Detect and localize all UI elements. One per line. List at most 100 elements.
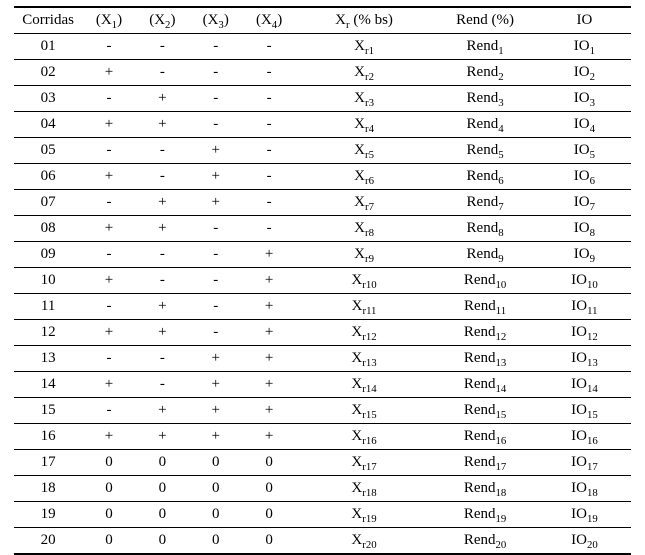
table-cell: Rend15	[432, 398, 538, 424]
table-cell: Rend6	[432, 164, 538, 190]
table-cell: Rend2	[432, 60, 538, 86]
table-cell: -	[136, 34, 189, 60]
table-cell: -	[82, 294, 135, 320]
table-cell: +	[189, 190, 242, 216]
table-cell: +	[136, 424, 189, 450]
table-cell: 0	[82, 450, 135, 476]
table-cell: IO16	[538, 424, 631, 450]
table-cell: +	[82, 60, 135, 86]
table-cell: Xr20	[296, 528, 433, 555]
table-cell: -	[136, 138, 189, 164]
table-cell: 16	[14, 424, 82, 450]
table-cell: -	[136, 268, 189, 294]
table-cell: IO3	[538, 86, 631, 112]
table-cell: +	[242, 268, 295, 294]
table-cell: Rend13	[432, 346, 538, 372]
table-row: 15-+++Xr15Rend15IO15	[14, 398, 631, 424]
table-cell: 15	[14, 398, 82, 424]
col-rend: Rend (%)	[432, 7, 538, 34]
table-cell: Xr14	[296, 372, 433, 398]
table-cell: -	[82, 346, 135, 372]
table-row: 01----Xr1Rend1IO1	[14, 34, 631, 60]
table-cell: Rend20	[432, 528, 538, 555]
table-cell: Rend10	[432, 268, 538, 294]
table-cell: 07	[14, 190, 82, 216]
table-cell: -	[242, 164, 295, 190]
table-cell: -	[189, 112, 242, 138]
table-cell: +	[189, 372, 242, 398]
col-corridas: Corridas	[14, 7, 82, 34]
table-cell: IO15	[538, 398, 631, 424]
table-cell: +	[82, 424, 135, 450]
table-cell: 14	[14, 372, 82, 398]
table-cell: 0	[242, 502, 295, 528]
table-cell: Xr1	[296, 34, 433, 60]
table-row: 16++++Xr16Rend16IO16	[14, 424, 631, 450]
table-row: 09---+Xr9Rend9IO9	[14, 242, 631, 268]
table-cell: Rend11	[432, 294, 538, 320]
header-row: Corridas (X1) (X2) (X3) (X4) Xr (% bs) R…	[14, 7, 631, 34]
table-head: Corridas (X1) (X2) (X3) (X4) Xr (% bs) R…	[14, 7, 631, 34]
table-cell: -	[242, 112, 295, 138]
table-cell: -	[136, 60, 189, 86]
table-cell: IO13	[538, 346, 631, 372]
col-x2: (X2)	[136, 7, 189, 34]
table-cell: -	[189, 60, 242, 86]
table-cell: Rend1	[432, 34, 538, 60]
table-cell: 18	[14, 476, 82, 502]
table-cell: 0	[189, 528, 242, 555]
table-cell: +	[136, 86, 189, 112]
table-cell: Xr17	[296, 450, 433, 476]
table-cell: 0	[242, 528, 295, 555]
table-cell: -	[82, 398, 135, 424]
table-cell: IO10	[538, 268, 631, 294]
table-cell: Rend4	[432, 112, 538, 138]
table-cell: 0	[136, 476, 189, 502]
table-cell: 08	[14, 216, 82, 242]
table-cell: 03	[14, 86, 82, 112]
table-cell: Rend8	[432, 216, 538, 242]
table-cell: Rend12	[432, 320, 538, 346]
table-cell: -	[242, 216, 295, 242]
table-cell: Xr10	[296, 268, 433, 294]
table-cell: Xr12	[296, 320, 433, 346]
table-cell: 0	[136, 450, 189, 476]
table-cell: -	[242, 86, 295, 112]
table-cell: IO7	[538, 190, 631, 216]
table-cell: Xr15	[296, 398, 433, 424]
table-cell: -	[242, 138, 295, 164]
table-cell: -	[189, 320, 242, 346]
table-row: 06+-+-Xr6Rend6IO6	[14, 164, 631, 190]
table-row: 04++--Xr4Rend4IO4	[14, 112, 631, 138]
table-cell: 17	[14, 450, 82, 476]
col-x3: (X3)	[189, 7, 242, 34]
table-cell: 0	[82, 476, 135, 502]
table-cell: -	[242, 60, 295, 86]
table-cell: 12	[14, 320, 82, 346]
table-cell: Rend14	[432, 372, 538, 398]
table-cell: 20	[14, 528, 82, 555]
table-cell: +	[242, 320, 295, 346]
table-cell: 11	[14, 294, 82, 320]
table-cell: 05	[14, 138, 82, 164]
table-cell: -	[189, 268, 242, 294]
table-cell: 04	[14, 112, 82, 138]
table-cell: IO19	[538, 502, 631, 528]
table-cell: 13	[14, 346, 82, 372]
table-cell: IO5	[538, 138, 631, 164]
table-cell: Xr16	[296, 424, 433, 450]
table-cell: +	[189, 424, 242, 450]
table-cell: Xr18	[296, 476, 433, 502]
table-cell: +	[82, 112, 135, 138]
table-cell: 0	[136, 528, 189, 555]
table-cell: +	[242, 346, 295, 372]
table-row: 13--++Xr13Rend13IO13	[14, 346, 631, 372]
table-cell: IO14	[538, 372, 631, 398]
table-row: 200000Xr20Rend20IO20	[14, 528, 631, 555]
table-cell: +	[82, 372, 135, 398]
table-cell: +	[242, 398, 295, 424]
table-row: 11-+-+Xr11Rend11IO11	[14, 294, 631, 320]
table-cell: +	[136, 190, 189, 216]
table-cell: +	[82, 320, 135, 346]
table-row: 180000Xr18Rend18IO18	[14, 476, 631, 502]
